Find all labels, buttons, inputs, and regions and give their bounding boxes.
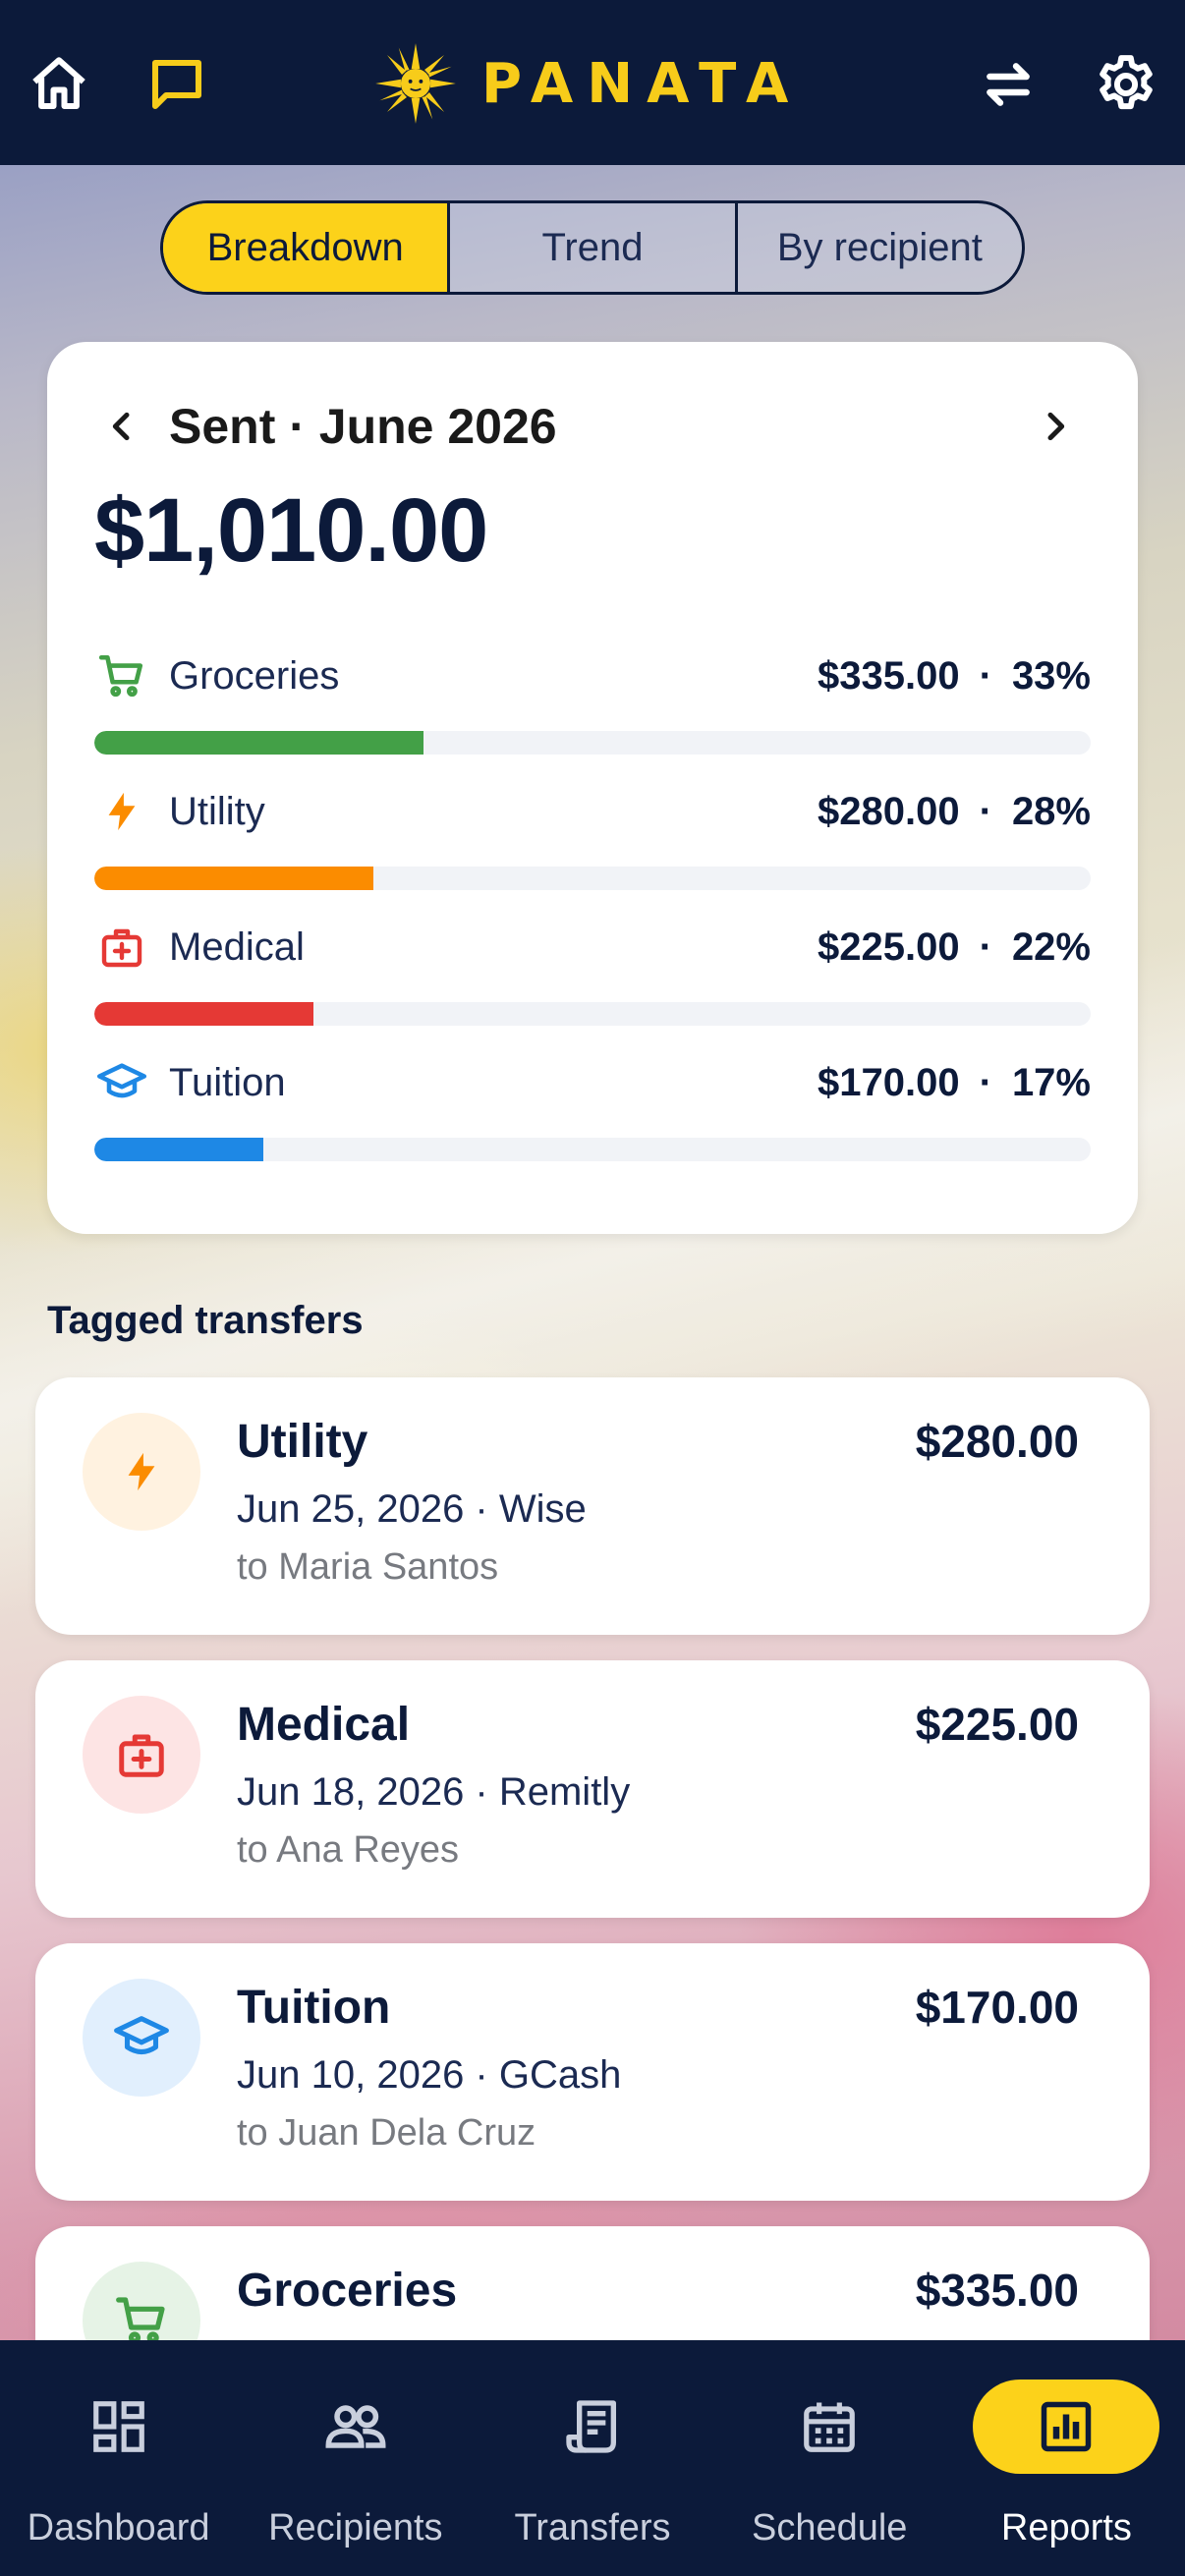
- nav-label: Transfers: [514, 2507, 671, 2548]
- transfer-date-provider: Jun 10, 2026 · GCash: [237, 2053, 622, 2097]
- brand: PANATA: [373, 39, 802, 128]
- category-bar-fill: [94, 1138, 264, 1161]
- transfer-title: Utility: [237, 1416, 368, 1468]
- chevron-right-icon: [1047, 412, 1065, 441]
- transfer-category-badge: [83, 1979, 200, 2097]
- app-name: PANATA: [481, 51, 803, 116]
- gear-icon: [1100, 55, 1153, 110]
- nav-label: Schedule: [751, 2507, 908, 2548]
- category-label: Groceries: [169, 653, 340, 698]
- transfer-date-provider: Jun 25, 2026 · Wise: [237, 1487, 587, 1531]
- tab-breakdown[interactable]: Breakdown: [163, 203, 451, 292]
- category-amount: $170.00: [818, 1060, 960, 1104]
- bolt-icon: [94, 784, 149, 839]
- category-amount: $280.00: [818, 789, 960, 833]
- nav-transfers[interactable]: Transfers: [474, 2340, 710, 2576]
- transfer-title: Medical: [237, 1699, 411, 1751]
- transfer-category-badge: [83, 1413, 200, 1531]
- transfer-title: Tuition: [237, 1982, 391, 2034]
- category-tuition[interactable]: Tuition $170.00 · 17%: [94, 1053, 1091, 1161]
- category-label: Medical: [169, 924, 305, 969]
- settings-button[interactable]: [1085, 43, 1167, 126]
- category-values: $170.00 · 17%: [818, 1060, 1091, 1104]
- cap-icon: [114, 2016, 169, 2055]
- total-amount: $1,010.00: [94, 480, 488, 581]
- period-title: Sent · June 2026: [169, 399, 557, 454]
- transfer-title: Groceries: [237, 2265, 458, 2317]
- transfer-card[interactable]: Medical $225.00 Jun 18, 2026 · Remitly t…: [35, 1660, 1150, 1918]
- category-bar-track: [94, 731, 1091, 755]
- category-values: $280.00 · 28%: [818, 789, 1091, 833]
- swap-icon: [987, 63, 1030, 106]
- category-bar-track: [94, 1138, 1091, 1161]
- chat-icon: [151, 59, 202, 110]
- chevron-left-icon[interactable]: [102, 407, 141, 446]
- transfer-amount: $170.00: [915, 1982, 1079, 2033]
- tab-by-recipient[interactable]: By recipient: [738, 203, 1022, 292]
- transfer-recipient: to Maria Santos: [237, 1546, 499, 1588]
- transfer-amount: $335.00: [915, 2265, 1079, 2316]
- category-percent: 28%: [1011, 789, 1091, 833]
- transfer-amount: $225.00: [915, 1699, 1079, 1750]
- transfer-card[interactable]: Utility $280.00 Jun 25, 2026 · Wise to M…: [35, 1377, 1150, 1635]
- next-period-button[interactable]: [1026, 397, 1085, 456]
- nav-label: Dashboard: [27, 2507, 210, 2548]
- transfer-card[interactable]: Tuition $170.00 Jun 10, 2026 · GCash to …: [35, 1943, 1150, 2201]
- home-button[interactable]: [18, 43, 100, 126]
- category-values: $225.00 · 22%: [818, 924, 1091, 969]
- transfer-category-badge: [83, 1696, 200, 1814]
- period-selector: Sent · June 2026: [102, 397, 1085, 456]
- home-icon: [32, 57, 85, 110]
- category-values: $335.00 · 33%: [818, 653, 1091, 698]
- category-label: Tuition: [169, 1060, 286, 1104]
- category-bar-fill: [94, 867, 373, 890]
- report-tabs: Breakdown Trend By recipient: [160, 200, 1025, 295]
- bottom-nav: Dashboard Recipients Transfers Schedule …: [0, 2340, 1185, 2576]
- category-percent: 22%: [1011, 924, 1091, 969]
- people-icon: [325, 2405, 386, 2448]
- sun-logo: [375, 43, 456, 124]
- medkit-icon: [94, 920, 149, 975]
- chart-icon: [1042, 2401, 1092, 2452]
- tagged-transfers-title: Tagged transfers: [47, 1299, 364, 1342]
- dashboard-icon: [92, 2401, 144, 2452]
- category-groceries[interactable]: Groceries $335.00 · 33%: [94, 646, 1091, 755]
- category-bar-track: [94, 1002, 1091, 1026]
- category-utility[interactable]: Utility $280.00 · 28%: [94, 782, 1091, 890]
- transfer-amount: $280.00: [915, 1416, 1079, 1467]
- receipt-icon: [566, 2400, 616, 2453]
- bolt-icon: [128, 1452, 155, 1491]
- category-percent: 17%: [1011, 1060, 1091, 1104]
- transfer-recipient: to Ana Reyes: [237, 1829, 460, 1871]
- cap-icon: [94, 1055, 149, 1110]
- breakdown-card: Sent · June 2026 $1,010.00 Groceries $33…: [47, 342, 1138, 1234]
- category-bar-fill: [94, 731, 423, 755]
- calendar-icon: [804, 2402, 856, 2452]
- messages-button[interactable]: [136, 43, 218, 126]
- tab-trend[interactable]: Trend: [450, 203, 738, 292]
- nav-dashboard[interactable]: Dashboard: [0, 2340, 237, 2576]
- transfer-recipient: to Juan Dela Cruz: [237, 2112, 536, 2154]
- nav-recipients[interactable]: Recipients: [237, 2340, 474, 2576]
- category-amount: $335.00: [818, 653, 960, 698]
- medkit-icon: [119, 1734, 164, 1777]
- category-label: Utility: [169, 789, 265, 833]
- swap-button[interactable]: [967, 43, 1049, 126]
- cart-icon: [94, 648, 149, 703]
- category-medical[interactable]: Medical $225.00 · 22%: [94, 918, 1091, 1026]
- category-bar-track: [94, 867, 1091, 890]
- category-amount: $225.00: [818, 924, 960, 969]
- category-percent: 33%: [1011, 653, 1091, 698]
- nav-label: Recipients: [268, 2507, 443, 2548]
- transfer-date-provider: Jun 18, 2026 · Remitly: [237, 1770, 631, 1814]
- nav-reports[interactable]: Reports: [948, 2340, 1185, 2576]
- nav-schedule[interactable]: Schedule: [711, 2340, 948, 2576]
- app-header: PANATA: [0, 0, 1185, 165]
- nav-label: Reports: [1000, 2507, 1132, 2548]
- category-bar-fill: [94, 1002, 314, 1026]
